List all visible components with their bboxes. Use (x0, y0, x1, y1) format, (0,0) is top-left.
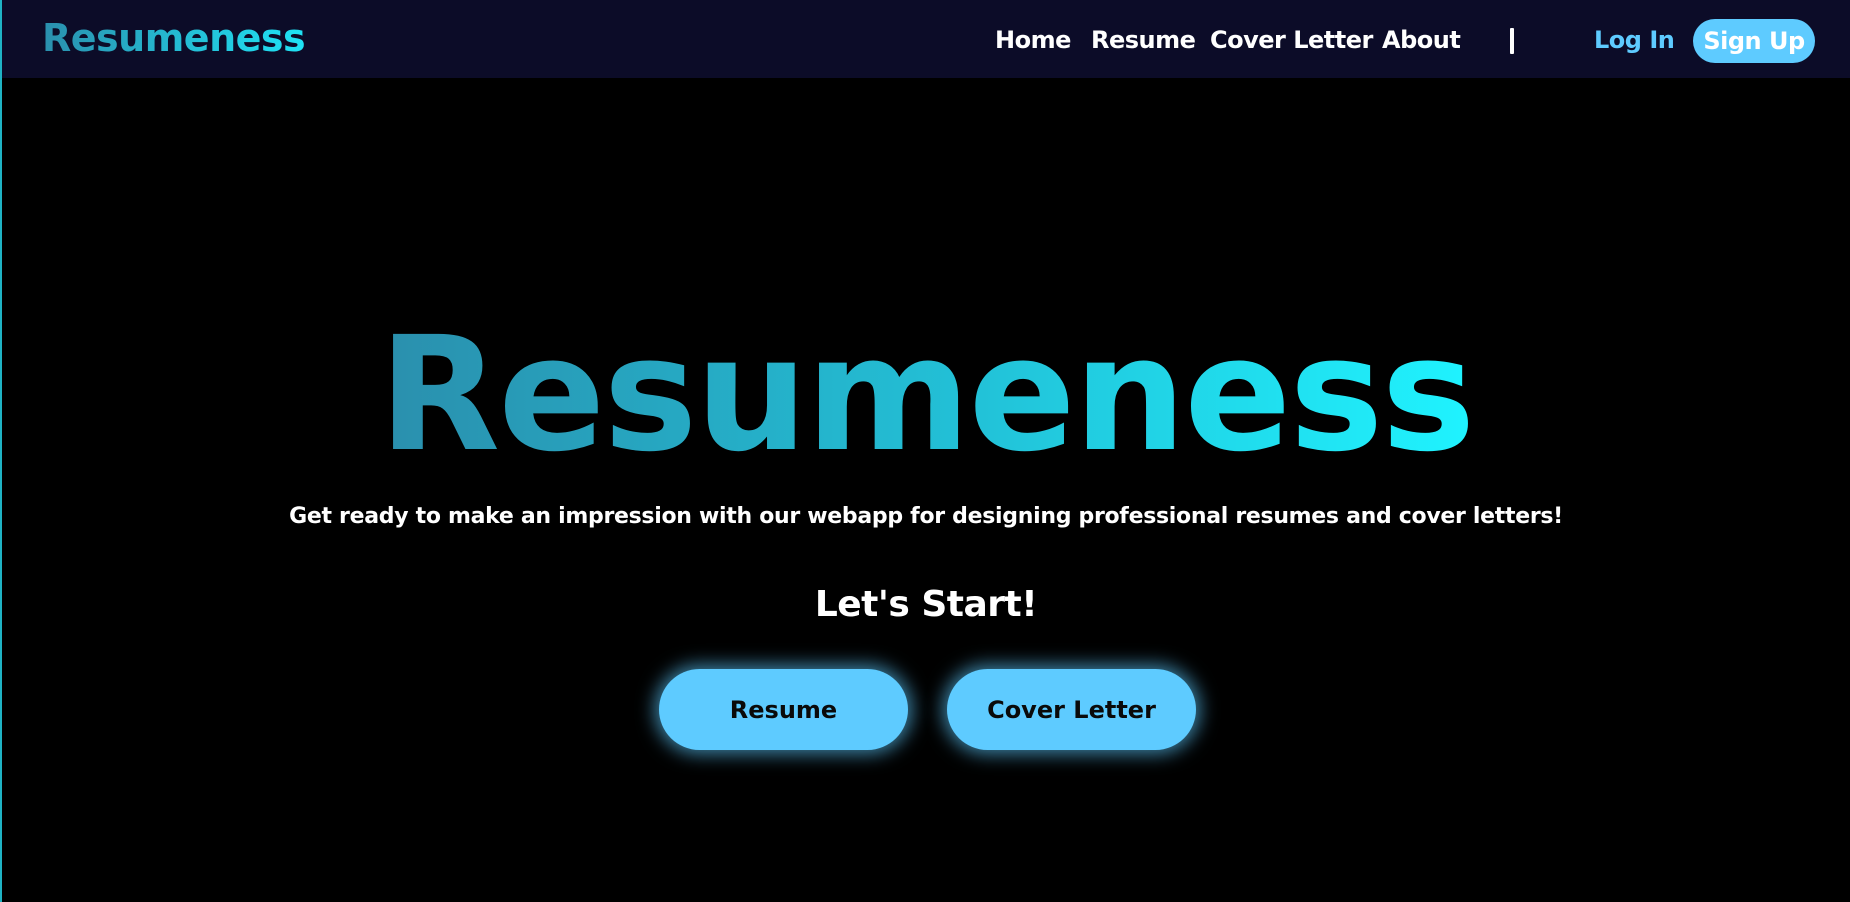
resume-button[interactable]: Resume (659, 669, 908, 750)
page: Resumeness Home Resume Cover Letter Abou… (0, 0, 1850, 902)
signup-button[interactable]: Sign Up (1693, 19, 1815, 63)
nav-links: Home Resume Cover Letter About Log In Si… (2, 19, 1850, 63)
cover-letter-button[interactable]: Cover Letter (947, 669, 1196, 750)
login-link[interactable]: Log In (1594, 26, 1675, 54)
nav-link-cover-letter[interactable]: Cover Letter (1210, 26, 1373, 54)
hero-title-text: Resumeness (378, 303, 1476, 487)
hero-title: Resumeness (2, 305, 1850, 485)
nav-link-home[interactable]: Home (995, 26, 1071, 54)
nav-divider (1510, 28, 1514, 54)
hero-subtitle: Get ready to make an impression with our… (289, 504, 1563, 529)
nav-link-resume[interactable]: Resume (1091, 26, 1196, 54)
top-navbar: Resumeness Home Resume Cover Letter Abou… (2, 0, 1850, 78)
start-heading: Let's Start! (814, 584, 1038, 625)
nav-link-about[interactable]: About (1382, 26, 1461, 54)
